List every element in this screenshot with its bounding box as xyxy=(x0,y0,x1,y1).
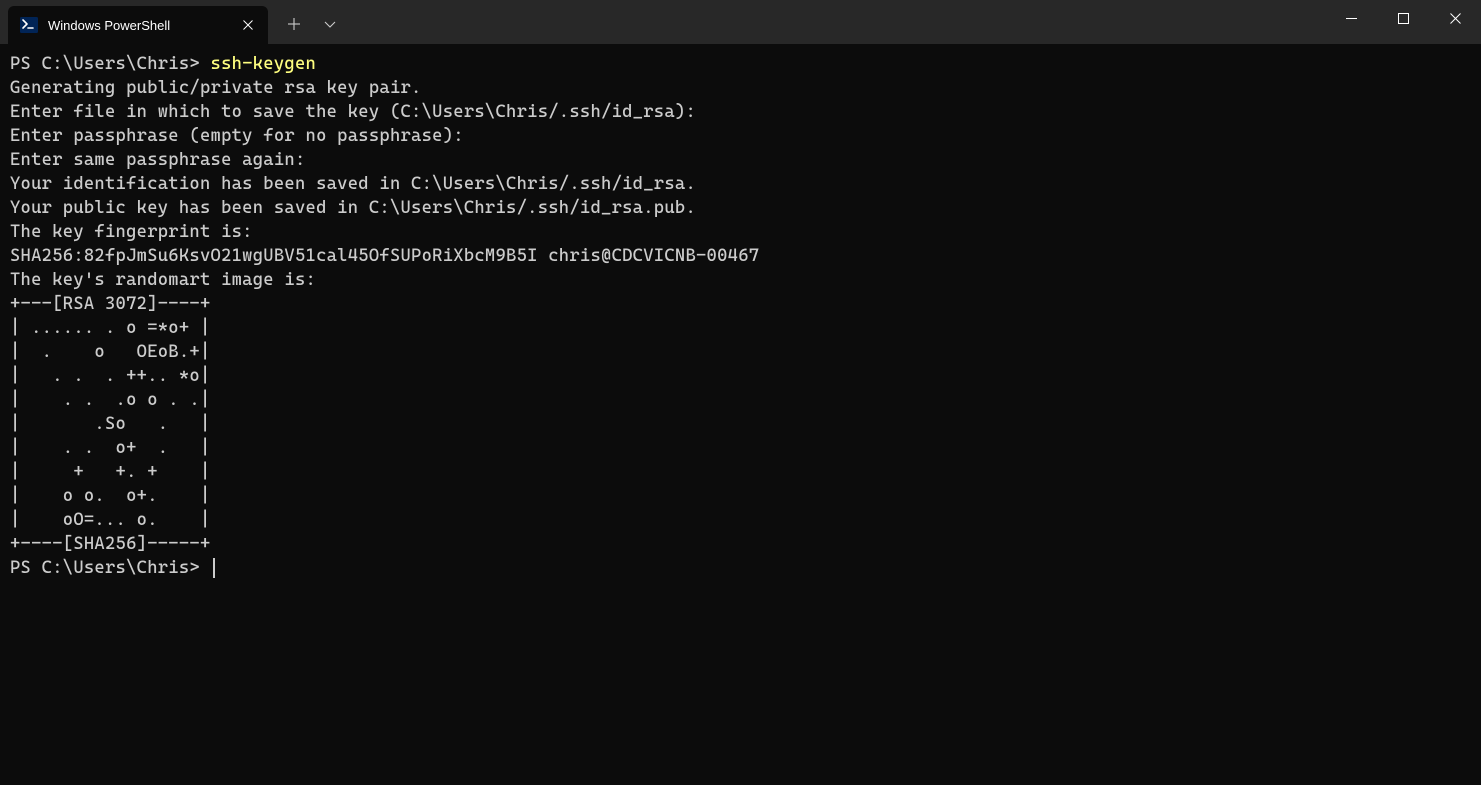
prompt-line-2: PS C:\Users\Chris> xyxy=(10,558,211,578)
output-randomart: | + +. + | xyxy=(10,462,211,482)
minimize-button[interactable] xyxy=(1325,0,1377,36)
dropdown-button[interactable] xyxy=(312,5,348,43)
output-line: The key's randomart image is: xyxy=(10,270,316,290)
maximize-button[interactable] xyxy=(1377,0,1429,36)
terminal-content[interactable]: PS C:\Users\Chris> ssh-keygen Generating… xyxy=(0,44,1481,588)
new-tab-button[interactable] xyxy=(276,5,312,43)
output-randomart: | oO=... o. | xyxy=(10,510,211,530)
output-randomart: | . . o+ . | xyxy=(10,438,211,458)
window-controls xyxy=(1325,0,1481,36)
cursor xyxy=(213,558,215,578)
output-randomart: +----[SHA256]-----+ xyxy=(10,534,211,554)
output-randomart: | o o. o+. | xyxy=(10,486,211,506)
output-line: SHA256:82fpJmSu6KsvO21wgUBV51cal45OfSUPo… xyxy=(10,246,759,266)
output-randomart: | ...... . o =*o+ | xyxy=(10,318,211,338)
powershell-icon xyxy=(20,16,38,34)
command-ssh-keygen: ssh-keygen xyxy=(211,54,317,74)
tab-powershell[interactable]: Windows PowerShell xyxy=(8,6,268,44)
output-randomart: | . o OEoB.+| xyxy=(10,342,211,362)
output-line: Enter same passphrase again: xyxy=(10,150,306,170)
tab-title: Windows PowerShell xyxy=(48,18,198,33)
output-line: Generating public/private rsa key pair. xyxy=(10,78,422,98)
close-window-button[interactable] xyxy=(1429,0,1481,36)
output-randomart: | . . . ++.. *o| xyxy=(10,366,211,386)
output-randomart: | . . .o o . .| xyxy=(10,390,211,410)
output-randomart: +---[RSA 3072]----+ xyxy=(10,294,211,314)
output-line: Enter passphrase (empty for no passphras… xyxy=(10,126,464,146)
output-line: The key fingerprint is: xyxy=(10,222,253,242)
output-line: Your identification has been saved in C:… xyxy=(10,174,696,194)
titlebar: Windows PowerShell xyxy=(0,0,1481,44)
tab-close-button[interactable] xyxy=(238,15,258,35)
output-line: Your public key has been saved in C:\Use… xyxy=(10,198,696,218)
output-randomart: | .So . | xyxy=(10,414,211,434)
output-line: Enter file in which to save the key (C:\… xyxy=(10,102,696,122)
prompt-line-1: PS C:\Users\Chris> xyxy=(10,54,211,74)
